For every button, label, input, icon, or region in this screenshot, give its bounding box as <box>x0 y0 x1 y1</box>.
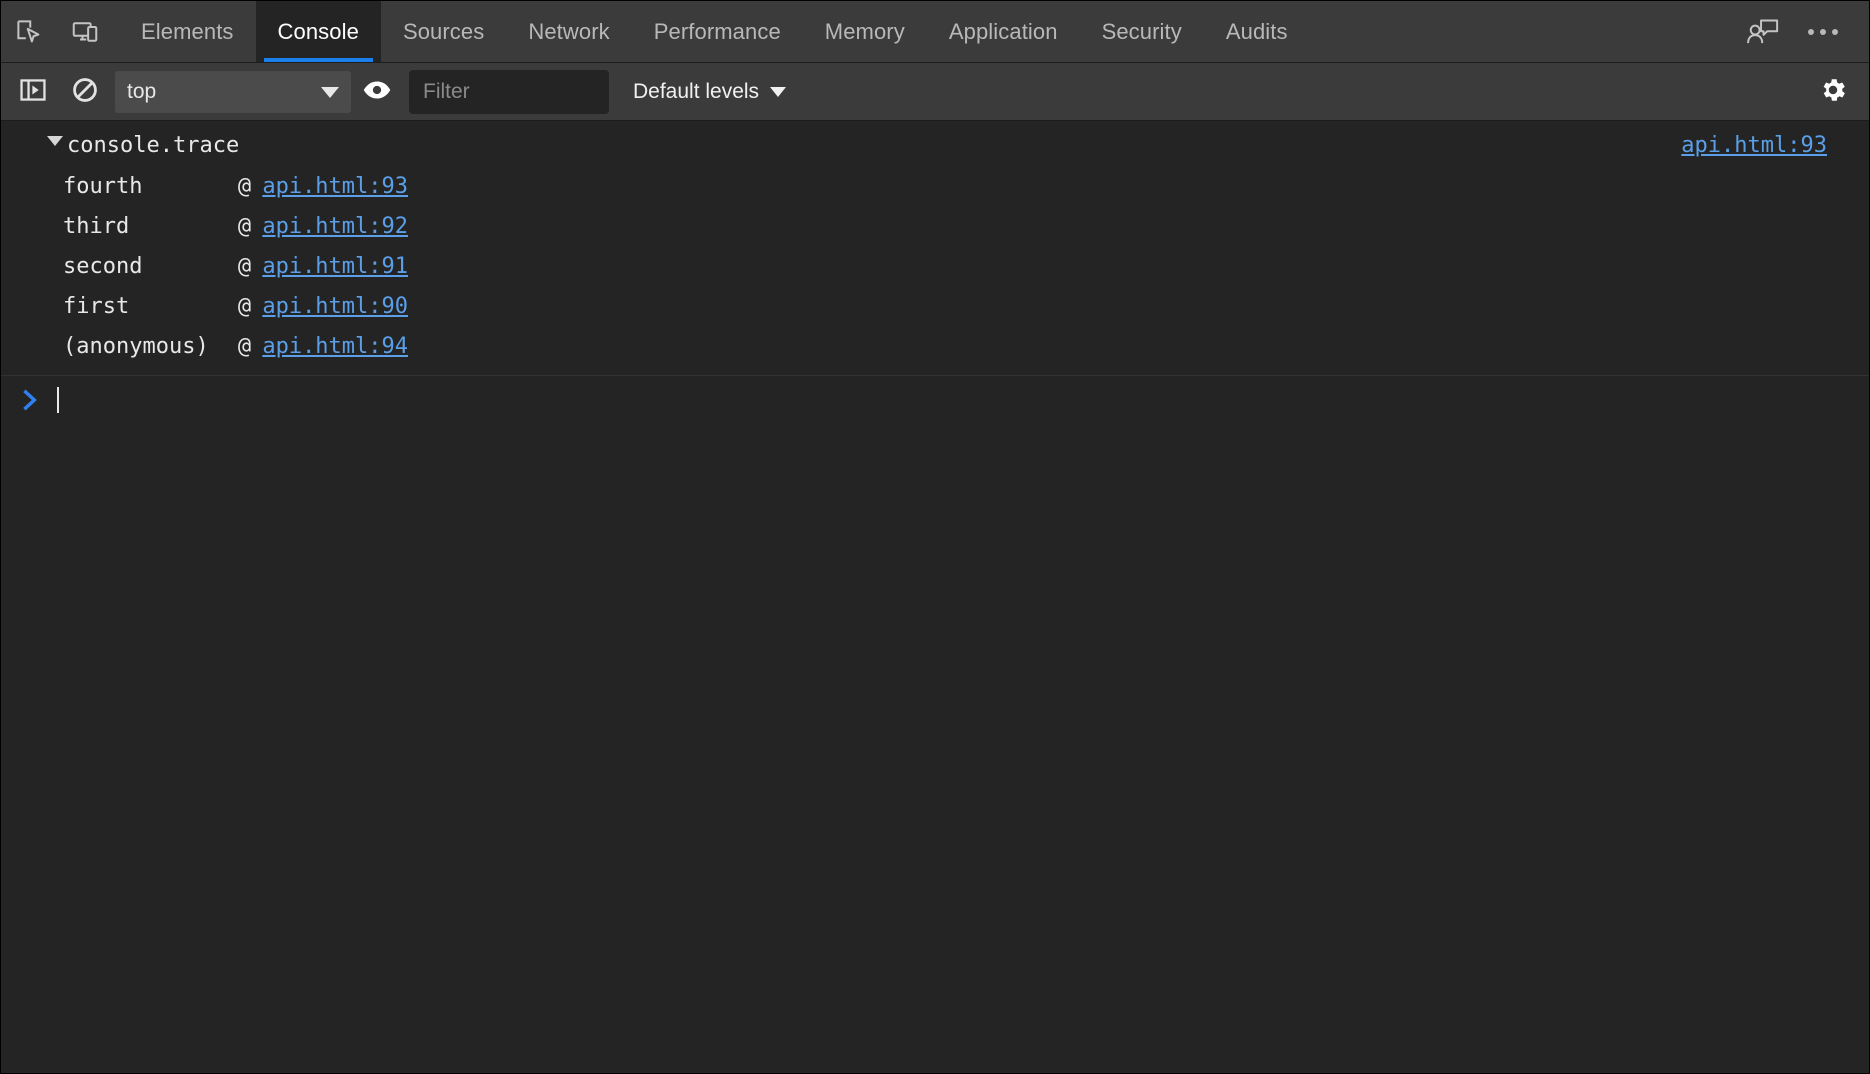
tab-label: Console <box>277 19 359 44</box>
stack-frame-function: third <box>63 214 130 239</box>
stack-frame-link[interactable]: api.html:93 <box>262 167 408 207</box>
feedback-button[interactable] <box>1733 1 1793 63</box>
main-toolbar-right <box>1733 1 1869 63</box>
stack-frame-function: fourth <box>63 174 143 199</box>
execution-context-selector[interactable]: top <box>115 71 351 113</box>
prompt-chevron-icon <box>17 388 45 412</box>
panel-tabs: Elements Console Sources Network Perform… <box>119 1 1310 63</box>
feedback-icon <box>1746 17 1780 47</box>
stack-frame[interactable]: first @ api.html:90 <box>1 287 1869 327</box>
tab-label: Sources <box>402 19 485 44</box>
gear-icon <box>1818 75 1848 110</box>
filter-input[interactable]: Filter <box>409 70 609 114</box>
more-options-icon <box>1808 29 1838 35</box>
clear-console-icon <box>71 76 99 109</box>
log-levels-selector[interactable]: Default levels <box>625 70 794 114</box>
tab-elements[interactable]: Elements <box>119 1 256 63</box>
tab-label: Application <box>948 19 1058 44</box>
stack-frame-at: @ <box>237 214 252 239</box>
stack-frame-link[interactable]: api.html:90 <box>262 287 408 327</box>
eye-icon <box>362 78 392 107</box>
more-options-button[interactable] <box>1793 1 1853 63</box>
stack-frame-function: (anonymous) <box>63 334 209 359</box>
disclosure-triangle-icon[interactable] <box>47 136 63 146</box>
console-settings-button[interactable] <box>1807 69 1859 115</box>
console-prompt[interactable] <box>1 376 1869 424</box>
chevron-down-icon <box>321 86 339 98</box>
stack-frame-function: second <box>63 254 143 279</box>
inspect-element-icon <box>14 17 44 47</box>
stack-frame-at: @ <box>237 254 252 279</box>
stack-trace: fourth @ api.html:93 third @ api.html:92… <box>1 163 1869 369</box>
tab-label: Performance <box>653 19 781 44</box>
tab-performance[interactable]: Performance <box>632 1 803 63</box>
console-sidebar-icon <box>19 76 47 109</box>
tab-label: Memory <box>824 19 905 44</box>
stack-frame-link[interactable]: api.html:94 <box>262 327 408 367</box>
devtools-window: Elements Console Sources Network Perform… <box>0 0 1870 1074</box>
stack-frame-link[interactable]: api.html:92 <box>262 207 408 247</box>
stack-frame-at: @ <box>237 294 252 319</box>
chevron-down-icon <box>770 87 787 97</box>
main-toolbar: Elements Console Sources Network Perform… <box>1 1 1869 63</box>
tab-audits[interactable]: Audits <box>1204 1 1310 63</box>
console-message-header[interactable]: console.trace api.html:93 <box>1 129 1869 163</box>
device-toolbar-button[interactable] <box>57 1 113 63</box>
stack-frame-at: @ <box>237 334 252 359</box>
tab-sources[interactable]: Sources <box>381 1 506 63</box>
tab-label: Elements <box>141 19 234 44</box>
console-message-list[interactable]: console.trace api.html:93 fourth @ api.h… <box>1 121 1869 1073</box>
inspect-element-button[interactable] <box>1 1 57 63</box>
device-toolbar-icon <box>70 17 100 47</box>
console-sidebar-button[interactable] <box>7 69 59 115</box>
console-message-title: console.trace <box>67 133 240 158</box>
console-toolbar: top Filter Default levels <box>1 63 1869 121</box>
tab-memory[interactable]: Memory <box>803 1 927 63</box>
tab-label: Audits <box>1225 19 1288 44</box>
stack-frame[interactable]: fourth @ api.html:93 <box>1 167 1869 207</box>
stack-frame-function: first <box>63 294 130 319</box>
tab-label: Network <box>528 19 610 44</box>
execution-context-value: top <box>127 80 157 103</box>
live-expression-button[interactable] <box>351 69 403 115</box>
stack-frame[interactable]: second @ api.html:91 <box>1 247 1869 287</box>
log-levels-value: Default levels <box>633 80 760 103</box>
tab-label: Security <box>1101 19 1182 44</box>
console-prompt-input[interactable] <box>45 376 1869 424</box>
tab-network[interactable]: Network <box>506 1 631 63</box>
filter-placeholder: Filter <box>423 80 470 103</box>
stack-frame[interactable]: (anonymous) @ api.html:94 <box>1 327 1869 367</box>
text-cursor <box>57 387 59 413</box>
stack-frame-at: @ <box>237 174 252 199</box>
console-message-trace[interactable]: console.trace api.html:93 fourth @ api.h… <box>1 121 1869 376</box>
tab-console[interactable]: Console <box>255 1 381 63</box>
console-message-source-link[interactable]: api.html:93 <box>1681 129 1827 163</box>
stack-frame-link[interactable]: api.html:91 <box>262 247 408 287</box>
clear-console-button[interactable] <box>59 69 111 115</box>
tab-security[interactable]: Security <box>1080 1 1204 63</box>
tab-application[interactable]: Application <box>927 1 1080 63</box>
stack-frame[interactable]: third @ api.html:92 <box>1 207 1869 247</box>
